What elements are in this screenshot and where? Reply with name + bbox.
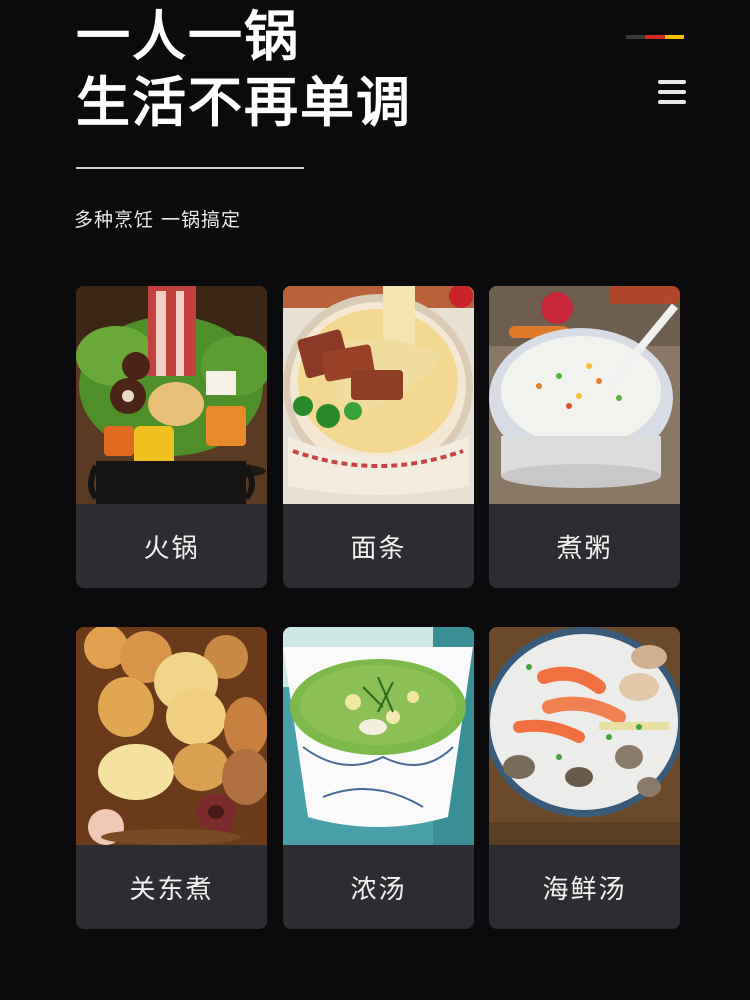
dish-label-noodles: 面条 bbox=[350, 533, 407, 564]
dish-label-oden: 关东煮 bbox=[129, 874, 214, 905]
thick-soup-image bbox=[283, 627, 474, 845]
headline-line-1: 一人一锅 bbox=[76, 5, 300, 68]
headline-line-2: 生活不再单调 bbox=[76, 71, 412, 134]
color-strip-yellow bbox=[664, 35, 684, 39]
hamburger-menu-icon[interactable] bbox=[658, 80, 686, 104]
congee-image bbox=[489, 286, 680, 504]
hotpot-image bbox=[76, 286, 267, 504]
headline: 一人一锅 生活不再单调 bbox=[76, 4, 412, 136]
dish-label-thick-soup: 浓汤 bbox=[350, 874, 407, 905]
color-strip bbox=[626, 35, 684, 39]
color-strip-dark bbox=[626, 35, 646, 39]
dish-card-noodles[interactable]: 面条 bbox=[283, 286, 474, 588]
dish-label-hotpot: 火锅 bbox=[143, 533, 200, 564]
subtitle: 多种烹饪 一锅搞定 bbox=[74, 209, 242, 231]
divider bbox=[76, 167, 304, 169]
dish-label-congee: 煮粥 bbox=[556, 533, 613, 564]
dish-card-hotpot[interactable]: 火锅 bbox=[76, 286, 267, 588]
noodles-image bbox=[283, 286, 474, 504]
oden-image bbox=[76, 627, 267, 845]
seafood-soup-image bbox=[489, 627, 680, 845]
color-strip-red bbox=[645, 35, 665, 39]
dish-card-seafood-soup[interactable]: 海鲜汤 bbox=[489, 627, 680, 929]
dish-label-seafood-soup: 海鲜汤 bbox=[542, 874, 627, 905]
dish-card-oden[interactable]: 关东煮 bbox=[76, 627, 267, 929]
dish-card-congee[interactable]: 煮粥 bbox=[489, 286, 680, 588]
dish-card-thick-soup[interactable]: 浓汤 bbox=[283, 627, 474, 929]
